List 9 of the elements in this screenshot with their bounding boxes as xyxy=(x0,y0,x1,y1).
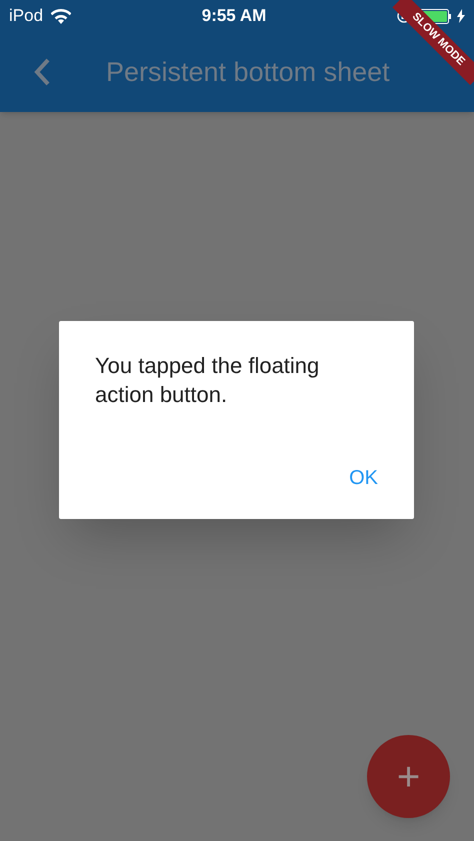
dialog-message: You tapped the floating action button. xyxy=(95,352,320,409)
floating-action-button[interactable]: + xyxy=(367,735,450,818)
ok-button[interactable]: OK xyxy=(337,459,390,497)
back-icon[interactable] xyxy=(33,58,51,86)
carrier-name: iPod xyxy=(9,5,44,28)
page-title: Persistent bottom sheet xyxy=(106,56,390,89)
charging-icon xyxy=(457,9,465,23)
status-time: 9:55 AM xyxy=(200,5,268,28)
wifi-icon xyxy=(51,8,72,24)
